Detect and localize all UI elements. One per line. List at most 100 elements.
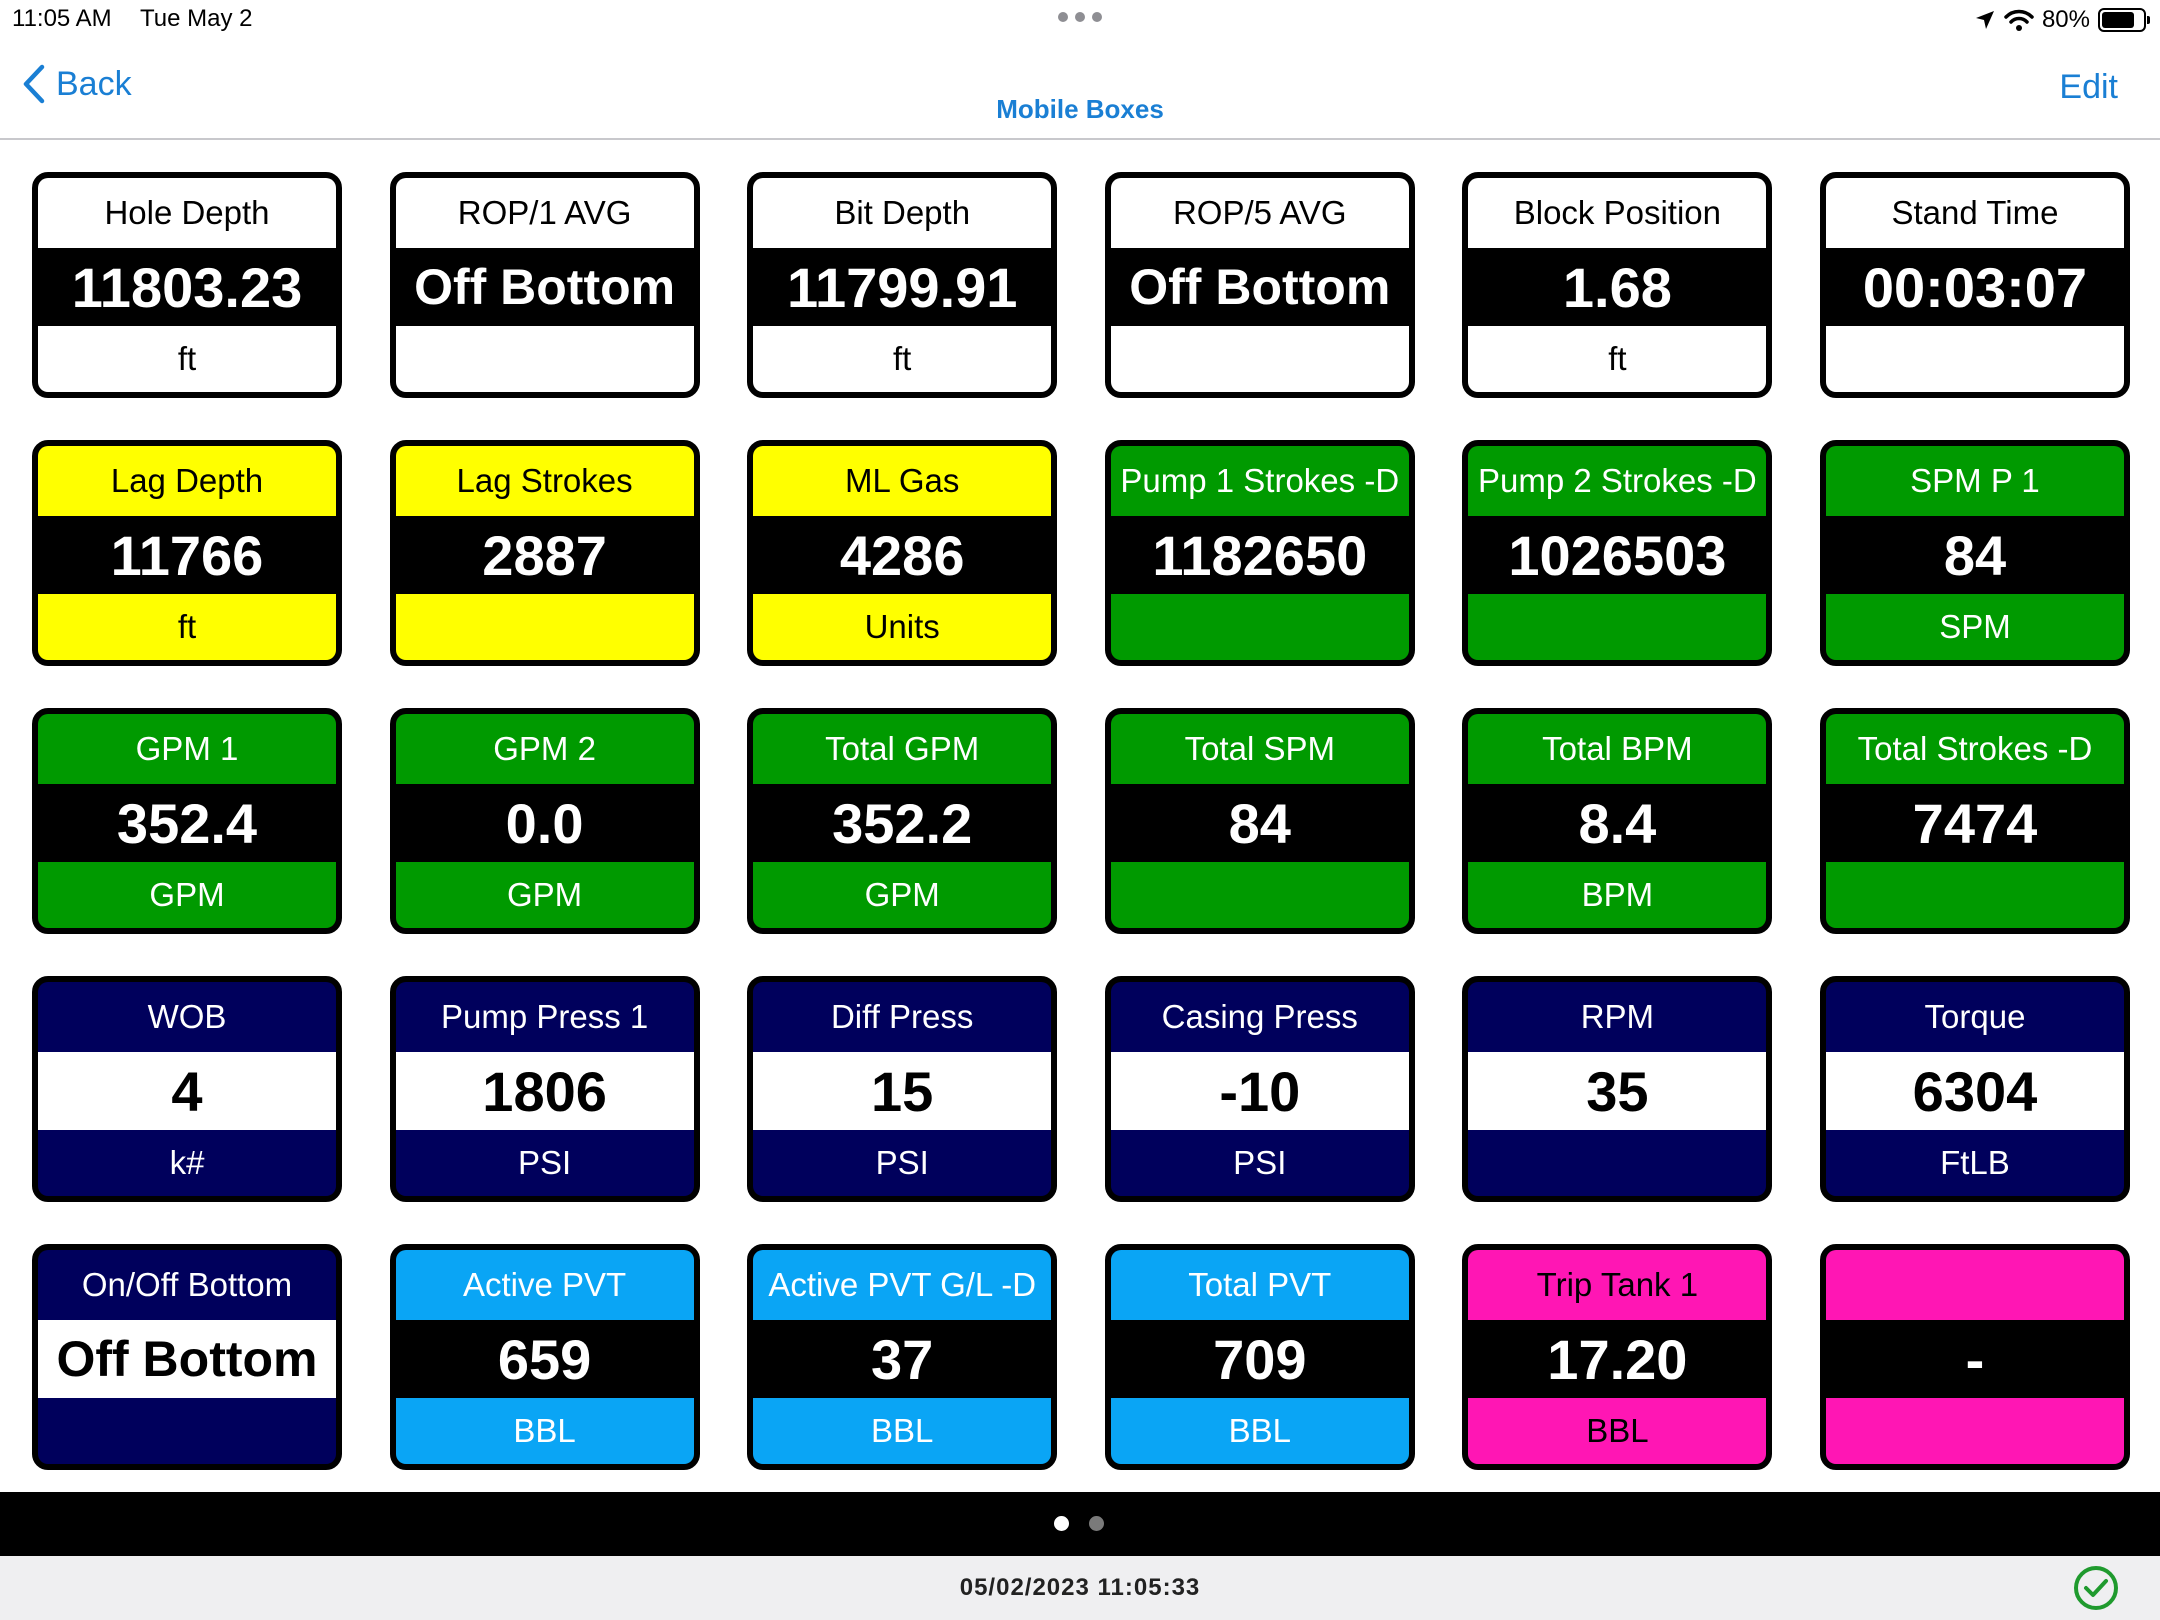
data-box[interactable]: Trip Tank 1 17.20 BBL xyxy=(1462,1244,1773,1470)
data-box-value: 1806 xyxy=(395,1052,694,1130)
data-box-label: Pump 1 Strokes -D xyxy=(1110,446,1409,516)
data-box-label: Stand Time xyxy=(1825,178,2124,248)
data-box-value: 11799.91 xyxy=(753,248,1052,326)
data-box-value: 4286 xyxy=(753,516,1052,594)
edit-button[interactable]: Edit xyxy=(2059,68,2118,107)
data-box-value: 11766 xyxy=(38,516,336,594)
data-box-unit xyxy=(1825,862,2124,928)
data-box[interactable]: GPM 1 352.4 GPM xyxy=(32,708,342,934)
page-dot[interactable] xyxy=(1089,1516,1104,1531)
data-box-label: Lag Depth xyxy=(38,446,336,516)
data-box[interactable]: Bit Depth 11799.91 ft xyxy=(747,172,1058,398)
status-bar: 11:05 AM Tue May 2 80% xyxy=(0,0,2160,40)
data-box[interactable]: ROP/5 AVG Off Bottom xyxy=(1104,172,1415,398)
data-box-unit: ft xyxy=(38,594,336,660)
data-box-label: Bit Depth xyxy=(753,178,1052,248)
data-box[interactable]: Pump 2 Strokes -D 1026503 xyxy=(1462,440,1773,666)
data-box-unit xyxy=(1110,862,1409,928)
data-box-label: Active PVT xyxy=(395,1250,694,1320)
data-box-value: 709 xyxy=(1110,1320,1409,1398)
data-box[interactable]: Total GPM 352.2 GPM xyxy=(747,708,1058,934)
data-box-value: 352.4 xyxy=(38,784,336,862)
data-box[interactable]: Total SPM 84 xyxy=(1104,708,1415,934)
data-box[interactable]: Lag Strokes 2887 xyxy=(389,440,700,666)
data-box[interactable]: Diff Press 15 PSI xyxy=(747,976,1058,1202)
data-box-value: -10 xyxy=(1110,1052,1409,1130)
data-box[interactable]: Block Position 1.68 ft xyxy=(1462,172,1773,398)
check-circle-icon xyxy=(2074,1566,2118,1610)
data-box-unit: BBL xyxy=(395,1398,694,1464)
data-box[interactable]: Torque 6304 FtLB xyxy=(1819,976,2130,1202)
data-box-label: Trip Tank 1 xyxy=(1468,1250,1767,1320)
data-box-value: 2887 xyxy=(395,516,694,594)
data-box[interactable]: Active PVT G/L -D 37 BBL xyxy=(747,1244,1058,1470)
data-box-unit: BBL xyxy=(753,1398,1052,1464)
data-box[interactable]: RPM 35 xyxy=(1462,976,1773,1202)
data-box-unit: k# xyxy=(38,1130,336,1196)
data-box[interactable]: GPM 2 0.0 GPM xyxy=(389,708,700,934)
data-box[interactable]: Total BPM 8.4 BPM xyxy=(1462,708,1773,934)
data-box[interactable]: Active PVT 659 BBL xyxy=(389,1244,700,1470)
wifi-icon xyxy=(2004,9,2034,31)
page-dot[interactable] xyxy=(1054,1516,1069,1531)
multitasking-dots-icon[interactable] xyxy=(1058,12,1102,24)
data-box-label: Hole Depth xyxy=(38,178,336,248)
data-box[interactable]: Stand Time 00:03:07 xyxy=(1819,172,2130,398)
status-time: 11:05 AM xyxy=(12,5,112,32)
data-box-unit: PSI xyxy=(395,1130,694,1196)
data-box[interactable]: Total Strokes -D 7474 xyxy=(1819,708,2130,934)
location-arrow-icon xyxy=(1975,11,1994,29)
data-box[interactable]: WOB 4 k# xyxy=(32,976,342,1202)
data-box-value: 15 xyxy=(753,1052,1052,1130)
data-box-label: Active PVT G/L -D xyxy=(753,1250,1052,1320)
data-box-value: 11803.23 xyxy=(38,248,336,326)
data-box-label: Total GPM xyxy=(753,714,1052,784)
data-box-unit xyxy=(38,1398,336,1464)
data-box-label: GPM 1 xyxy=(38,714,336,784)
data-box[interactable]: Lag Depth 11766 ft xyxy=(32,440,342,666)
data-box-unit: BBL xyxy=(1468,1398,1767,1464)
data-box-unit xyxy=(1110,594,1409,660)
data-box-value: 1182650 xyxy=(1110,516,1409,594)
data-box-unit: PSI xyxy=(1110,1130,1409,1196)
data-box[interactable]: Total PVT 709 BBL xyxy=(1104,1244,1415,1470)
data-box-unit: GPM xyxy=(395,862,694,928)
data-box-label: Casing Press xyxy=(1110,982,1409,1052)
data-box[interactable]: Casing Press -10 PSI xyxy=(1104,976,1415,1202)
data-box-unit: GPM xyxy=(38,862,336,928)
data-box-label: On/Off Bottom xyxy=(38,1250,336,1320)
data-box[interactable]: - xyxy=(1819,1244,2130,1470)
data-box-label xyxy=(1825,1250,2124,1320)
status-indicators: 80% xyxy=(1974,5,2150,35)
data-box[interactable]: On/Off Bottom Off Bottom xyxy=(32,1244,342,1470)
data-box-grid: Hole Depth 11803.23 ft ROP/1 AVG Off Bottom B… xyxy=(32,172,2130,1472)
data-box-value: 352.2 xyxy=(753,784,1052,862)
data-box-unit xyxy=(1468,594,1767,660)
data-box[interactable]: Pump 1 Strokes -D 1182650 xyxy=(1104,440,1415,666)
data-box-value: 659 xyxy=(395,1320,694,1398)
data-box-unit xyxy=(1468,1130,1767,1196)
data-box-unit: SPM xyxy=(1825,594,2124,660)
data-box-label: ROP/1 AVG xyxy=(395,178,694,248)
data-box-value: 84 xyxy=(1825,516,2124,594)
data-box-unit xyxy=(1110,326,1409,392)
battery-percent: 80% xyxy=(2041,6,2090,33)
data-box-label: Block Position xyxy=(1468,178,1767,248)
data-box[interactable]: Hole Depth 11803.23 ft xyxy=(32,172,342,398)
data-box-label: Lag Strokes xyxy=(395,446,694,516)
data-box[interactable]: SPM P 1 84 SPM xyxy=(1819,440,2130,666)
data-box-unit: BBL xyxy=(1110,1398,1409,1464)
data-box-label: Total BPM xyxy=(1468,714,1767,784)
data-box-unit xyxy=(395,594,694,660)
data-box-unit xyxy=(395,326,694,392)
data-box[interactable]: ROP/1 AVG Off Bottom xyxy=(389,172,700,398)
data-box[interactable]: ML Gas 4286 Units xyxy=(747,440,1058,666)
data-box-unit xyxy=(1825,326,2124,392)
data-box-label: Pump Press 1 xyxy=(395,982,694,1052)
data-box-label: Total PVT xyxy=(1110,1250,1409,1320)
page-title: Mobile Boxes xyxy=(996,94,1164,124)
page-control[interactable] xyxy=(1054,1516,1104,1531)
data-box-value: Off Bottom xyxy=(1110,248,1409,326)
data-box-label: Pump 2 Strokes -D xyxy=(1468,446,1767,516)
data-box[interactable]: Pump Press 1 1806 PSI xyxy=(389,976,700,1202)
